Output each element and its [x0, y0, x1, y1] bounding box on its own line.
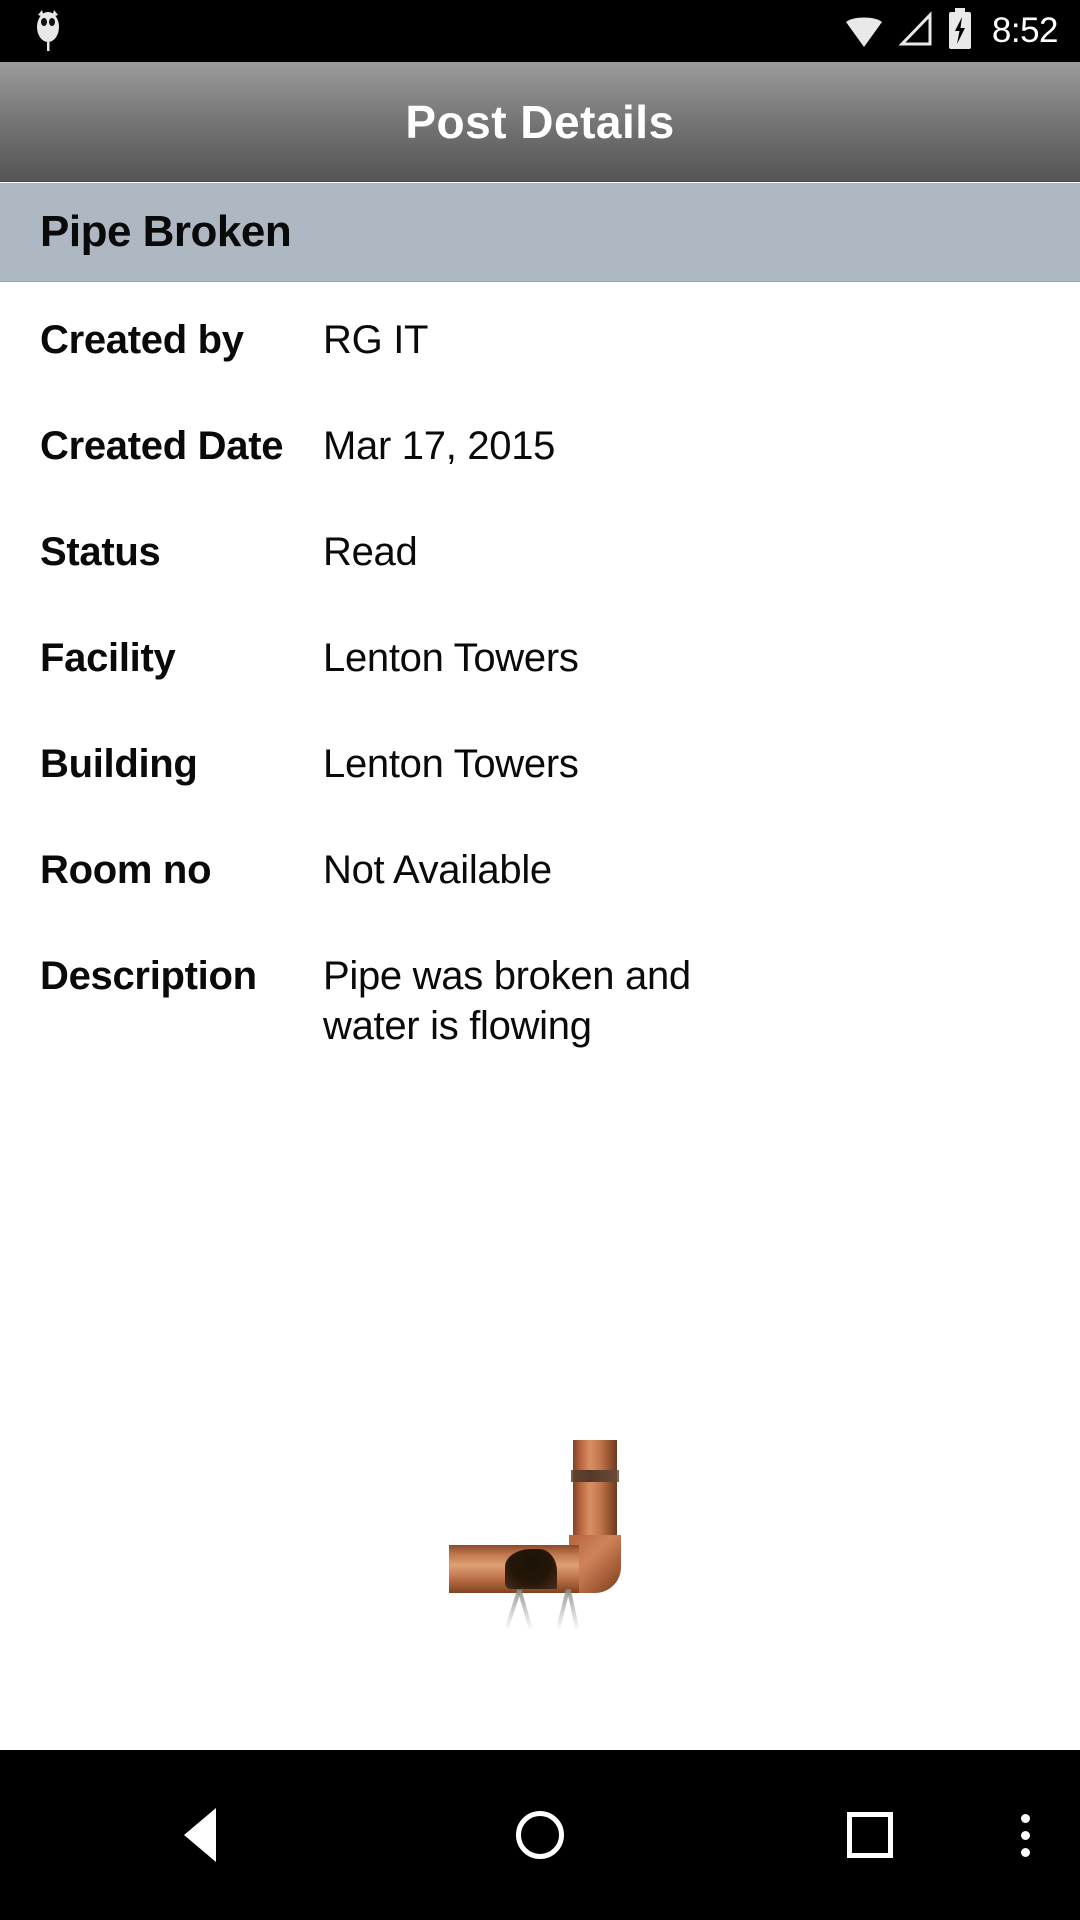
home-circle-icon	[516, 1811, 564, 1859]
post-title: Pipe Broken	[40, 207, 292, 256]
detail-label-facility: Facility	[40, 636, 176, 680]
back-triangle-icon	[184, 1808, 216, 1862]
post-details-list: Created by RG IT Created Date Mar 17, 20…	[0, 282, 1080, 1051]
detail-value-description: Pipe was broken and water is flowing	[323, 954, 691, 1048]
detail-value-building: Lenton Towers	[323, 742, 579, 786]
table-row: Created by RG IT	[0, 282, 1080, 388]
detail-value-room-no: Not Available	[323, 848, 552, 892]
recents-button[interactable]	[820, 1750, 920, 1920]
pipe-burst-hole	[505, 1549, 557, 1589]
table-row: Facility Lenton Towers	[0, 600, 1080, 706]
post-title-banner: Pipe Broken	[0, 183, 1080, 282]
broken-copper-pipe-photo[interactable]	[445, 1440, 635, 1635]
android-navigation-bar	[0, 1750, 1080, 1920]
pipe-solder-joint	[571, 1470, 619, 1482]
cellular-signal-icon	[898, 10, 934, 52]
overflow-dots-icon	[1020, 1813, 1030, 1857]
table-row: Room no Not Available	[0, 812, 1080, 918]
detail-label-room-no: Room no	[40, 848, 212, 892]
back-button[interactable]	[150, 1750, 250, 1920]
table-row: Created Date Mar 17, 2015	[0, 388, 1080, 494]
recents-square-icon	[847, 1812, 893, 1858]
water-spray-streak	[517, 1589, 533, 1629]
table-row: Description Pipe was broken and water is…	[0, 918, 1080, 1051]
detail-label-created-by: Created by	[40, 318, 244, 362]
detail-label-created-date: Created Date	[40, 424, 284, 468]
detail-value-facility: Lenton Towers	[323, 636, 579, 680]
notification-owl-icon	[30, 6, 66, 57]
water-spray-streak	[566, 1589, 580, 1629]
battery-charging-icon	[947, 7, 973, 55]
wifi-icon	[843, 11, 885, 52]
overflow-button[interactable]	[980, 1750, 1070, 1920]
detail-label-building: Building	[40, 742, 198, 786]
action-bar: Post Details	[0, 62, 1080, 182]
detail-label-description: Description	[40, 954, 257, 998]
detail-value-created-date: Mar 17, 2015	[323, 424, 556, 468]
table-row: Building Lenton Towers	[0, 706, 1080, 812]
detail-value-status: Read	[323, 530, 418, 574]
status-bar: 8:52	[0, 0, 1080, 62]
detail-value-created-by: RG IT	[323, 318, 429, 362]
status-bar-system-icons: 8:52	[843, 0, 1059, 62]
status-bar-notifications	[0, 6, 66, 57]
detail-label-status: Status	[40, 530, 161, 574]
status-bar-clock: 8:52	[991, 11, 1059, 50]
page-title: Post Details	[405, 95, 675, 148]
home-button[interactable]	[490, 1750, 590, 1920]
post-attachment-area	[0, 1440, 1080, 1640]
table-row: Status Read	[0, 494, 1080, 600]
